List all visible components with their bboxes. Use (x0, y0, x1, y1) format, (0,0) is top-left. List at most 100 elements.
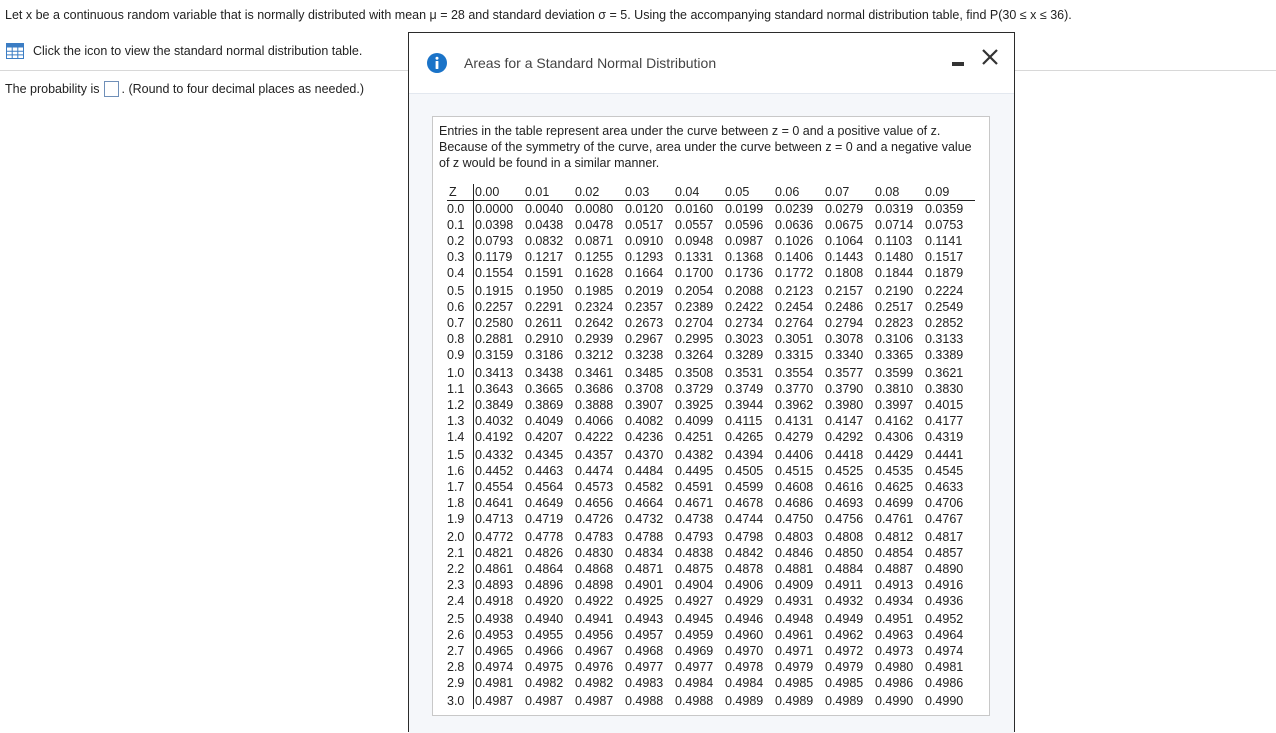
table-cell: 0.4916 (925, 578, 964, 592)
view-table-link[interactable]: Click the icon to view the standard norm… (6, 42, 362, 60)
table-row: 2.9 0.4981 0.4982 0.4982 0.4983 0.4984 0.4984 0… (447, 675, 975, 691)
table-cell: 0.4986 (875, 676, 914, 690)
table-cell: 0.4990 (925, 694, 964, 708)
table-cell: 0.4803 (775, 530, 814, 544)
table-cell: 0.1141 (925, 234, 963, 248)
table-cell: 0.4251 (675, 430, 714, 444)
table-cell: 0.2823 (875, 316, 914, 330)
table-cell: 0.2734 (725, 316, 764, 330)
table-cell: 0.4608 (775, 480, 814, 494)
table-row: 1.7 0.4554 0.4564 0.4573 0.4582 0.4591 0.4599 0… (447, 479, 975, 495)
minimize-icon[interactable] (952, 62, 964, 66)
table-cell: 0.4222 (575, 430, 614, 444)
table-row: 2.4 0.4918 0.4920 0.4922 0.4925 0.4927 0.4929 0… (447, 593, 975, 609)
table-cell: 0.2389 (675, 300, 714, 314)
table-cell: 0.4989 (725, 694, 764, 708)
z-value: 2.3 (447, 578, 465, 592)
table-row: 0.0 0.0000 0.0040 0.0080 0.0120 0.0160 0.0199 0… (447, 200, 975, 217)
close-icon[interactable] (978, 45, 1002, 69)
z-value: 2.5 (447, 612, 465, 626)
table-cell: 0.3599 (875, 366, 914, 380)
table-cell: 0.4960 (725, 628, 764, 642)
table-cell: 0.3888 (575, 398, 614, 412)
minimize-button[interactable] (949, 51, 967, 71)
table-cell: 0.4750 (775, 512, 814, 526)
table-cell: 0.1293 (625, 250, 664, 264)
table-cell: 0.0636 (775, 218, 814, 232)
table-cell: 0.4732 (625, 512, 664, 526)
table-cell: 0.4115 (725, 414, 763, 428)
z-value: 1.8 (447, 496, 465, 510)
table-cell: 0.4678 (725, 496, 764, 510)
table-cell: 0.3051 (775, 332, 814, 346)
table-cell: 0.2157 (825, 284, 864, 298)
table-cell: 0.4987 (473, 691, 525, 709)
answer-suffix: . (Round to four decimal places as neede… (121, 82, 365, 96)
table-row: 0.7 0.2580 0.2611 0.2642 0.2673 0.2704 0.2734 0… (447, 315, 975, 331)
table-cell: 0.2088 (725, 284, 764, 298)
table-row: 0.2 0.0793 0.0832 0.0871 0.0910 0.0948 0.0987 0… (447, 233, 975, 249)
table-cell: 0.0359 (925, 202, 964, 216)
table-cell: 0.3461 (575, 366, 614, 380)
table-cell: 0.4545 (925, 464, 964, 478)
table-cell: 0.4984 (675, 676, 714, 690)
table-icon[interactable] (6, 43, 24, 59)
table-cell: 0.4719 (525, 512, 564, 526)
table-cell: 0.1950 (525, 284, 564, 298)
table-cell: 0.4968 (625, 644, 664, 658)
table-cell: 0.1664 (625, 266, 664, 280)
table-cell: 0.2852 (925, 316, 964, 330)
table-cell: 0.2580 (473, 315, 525, 331)
table-cell: 0.3869 (525, 398, 564, 412)
table-cell: 0.2422 (725, 300, 764, 314)
table-cell: 0.4535 (875, 464, 914, 478)
table-cell: 0.4767 (925, 512, 964, 526)
table-cell: 0.3686 (575, 382, 614, 396)
table-cell: 0.4082 (625, 414, 664, 428)
table-row: 2.6 0.4953 0.4955 0.4956 0.4957 0.4959 0.4960 0… (447, 627, 975, 643)
column-header: 0.01 (525, 184, 575, 201)
table-cell: 0.4881 (775, 562, 814, 576)
table-cell: 0.4904 (675, 578, 714, 592)
table-cell: 0.4868 (575, 562, 614, 576)
table-cell: 0.2967 (625, 332, 664, 346)
table-cell: 0.3790 (825, 382, 864, 396)
table-cell: 0.4319 (925, 430, 964, 444)
table-cell: 0.4988 (675, 694, 714, 708)
table-cell: 0.0910 (625, 234, 664, 248)
table-cell: 0.1217 (525, 250, 564, 264)
table-cell: 0.0948 (675, 234, 714, 248)
table-cell: 0.4306 (875, 430, 914, 444)
probability-input[interactable] (103, 81, 119, 97)
z-value: 1.3 (447, 414, 465, 428)
table-cell: 0.4099 (675, 414, 714, 428)
table-cell: 0.3621 (925, 366, 964, 380)
table-row: 1.4 0.4192 0.4207 0.4222 0.4236 0.4251 0.4265 0… (447, 429, 975, 445)
table-cell: 0.4382 (675, 448, 714, 462)
table-cell: 0.4664 (625, 496, 664, 510)
question-text: Let x be a continuous random variable th… (5, 8, 1072, 22)
table-cell: 0.4952 (925, 612, 964, 626)
table-cell: 0.4441 (925, 448, 964, 462)
table-cell: 0.3389 (925, 348, 964, 362)
table-cell: 0.4896 (525, 578, 564, 592)
z-table-header: Z 0.00 0.01 0.02 0.03 0.04 0.05 0.06 0.07 0.08 0.0… (447, 184, 975, 201)
table-cell: 0.4826 (525, 546, 564, 560)
table-cell: 0.0714 (875, 218, 914, 232)
table-row: 1.9 0.4713 0.4719 0.4726 0.4732 0.4738 0.4744 0… (447, 511, 975, 527)
table-cell: 0.4821 (473, 545, 525, 561)
table-cell: 0.4788 (625, 530, 664, 544)
table-cell: 0.4989 (775, 694, 814, 708)
table-cell: 0.2704 (675, 316, 714, 330)
table-cell: 0.4834 (625, 546, 664, 560)
hint-text[interactable]: Click the icon to view the standard norm… (33, 44, 362, 58)
table-cell: 0.4973 (875, 644, 914, 658)
z-value: 2.1 (447, 546, 465, 560)
dialog-body: Entries in the table represent area unde… (409, 94, 1014, 733)
table-row: 2.2 0.4861 0.4864 0.4868 0.4871 0.4875 0.4878 0… (447, 561, 975, 577)
table-cell: 0.4984 (725, 676, 764, 690)
table-cell: 0.3315 (775, 348, 814, 362)
table-row: 2.7 0.4965 0.4966 0.4967 0.4968 0.4969 0.4970 0… (447, 643, 975, 659)
table-cell: 0.4279 (775, 430, 814, 444)
table-cell: 0.4943 (625, 612, 664, 626)
